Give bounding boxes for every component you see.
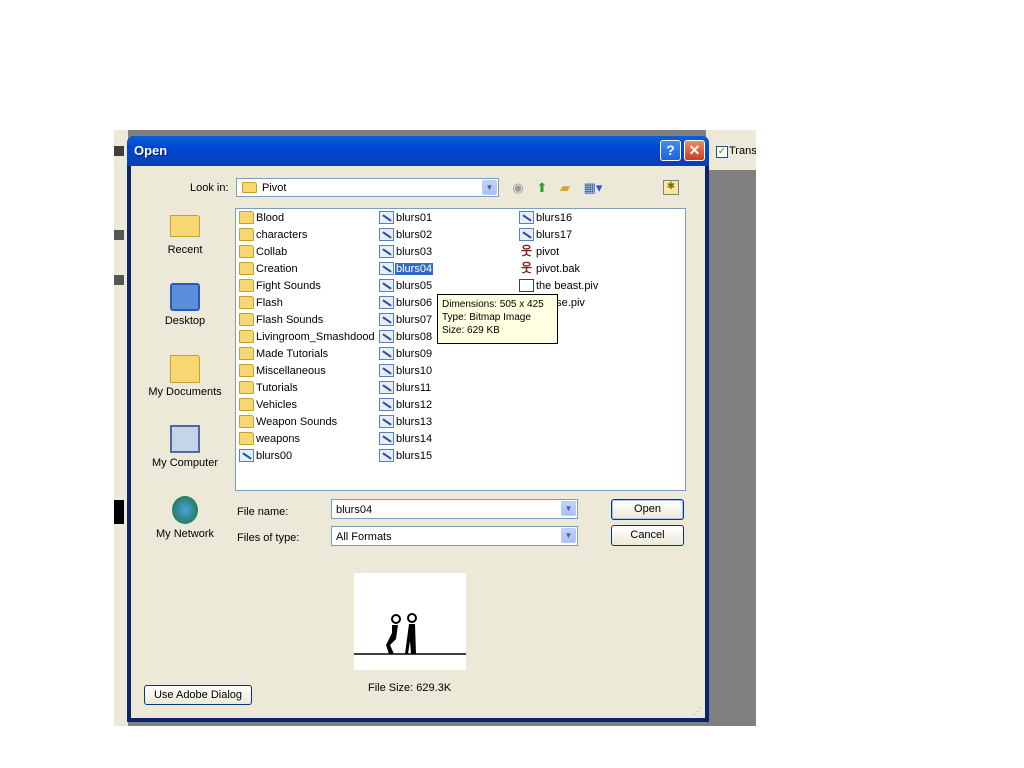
toolbar-icon [114, 500, 124, 524]
folder-icon [239, 296, 254, 309]
lookin-label: Look in: [190, 182, 229, 194]
my-network-icon [172, 496, 198, 524]
file-name-label: File name: [237, 506, 289, 518]
my-computer-icon [170, 425, 200, 453]
folder-icon [239, 398, 254, 411]
bitmap-file-icon [379, 330, 394, 343]
tooltip-type: Type: Bitmap Image [442, 312, 531, 323]
lookin-value: Pivot [262, 182, 287, 194]
place-my-documents[interactable]: My Documents [142, 349, 228, 413]
stick-figure-preview [354, 613, 466, 655]
recent-folder-icon [170, 215, 200, 237]
bitmap-file-icon [379, 279, 394, 292]
file-info-tooltip: Dimensions: 505 x 425 Type: Bitmap Image… [437, 294, 558, 344]
folder-icon [239, 415, 254, 428]
bitmap-file-icon [379, 296, 394, 309]
open-button[interactable]: Open [611, 499, 684, 520]
folder-icon [239, 279, 254, 292]
place-label: My Computer [151, 457, 219, 469]
desktop-icon [170, 283, 200, 311]
bitmap-file-icon [379, 228, 394, 241]
bitmap-file-icon [379, 245, 394, 258]
my-documents-icon [170, 355, 200, 383]
bitmap-file-icon [239, 449, 254, 462]
dialog-titlebar[interactable]: Open ? ✕ [127, 136, 709, 166]
dialog-client: Look in: Pivot ▼ ◉ ⬆ ▰ ▦▾ ✱ Recent Deskt… [131, 166, 705, 718]
toolbar-icon [114, 230, 124, 240]
favorites-icon[interactable]: ✱ [663, 180, 679, 195]
bitmap-file-icon [519, 228, 534, 241]
folder-icon [239, 347, 254, 360]
place-label: My Network [155, 528, 215, 540]
bitmap-file-icon [379, 211, 394, 224]
folder-icon [239, 313, 254, 326]
transparent-checkbox-label: Transp [729, 145, 756, 157]
file-name-field[interactable]: blurs04 ▼ [331, 499, 578, 519]
folder-icon [239, 381, 254, 394]
bitmap-file-icon [379, 262, 394, 275]
back-icon[interactable]: ◉ [509, 180, 527, 196]
chevron-down-icon[interactable]: ▼ [561, 501, 576, 516]
pivot-app-icon: 웃 [520, 244, 533, 258]
close-button[interactable]: ✕ [684, 140, 705, 161]
resize-grip-icon[interactable]: ⋰ [693, 706, 703, 716]
open-dialog: Open ? ✕ Look in: Pivot ▼ ◉ ⬆ ▰ ▦▾ ✱ Rec… [127, 136, 709, 722]
bitmap-file-icon [519, 211, 534, 224]
place-my-network[interactable]: My Network [142, 491, 228, 555]
file-list[interactable]: Blood characters Collab Creation Fight S… [235, 208, 686, 491]
file-type-value: All Formats [336, 531, 392, 543]
bitmap-file-icon [379, 449, 394, 462]
bitmap-file-icon [379, 432, 394, 445]
place-label: Recent [167, 244, 203, 256]
toolbar-icon [114, 146, 124, 156]
views-menu-icon[interactable]: ▦▾ [581, 180, 605, 196]
file-type-select[interactable]: All Formats ▼ [331, 526, 578, 546]
pivot-app-icon: 웃 [520, 261, 533, 275]
folder-icon [242, 182, 257, 193]
lookin-dropdown[interactable]: Pivot ▼ [236, 178, 499, 197]
chevron-down-icon[interactable]: ▼ [482, 180, 497, 195]
bitmap-file-icon [379, 313, 394, 326]
place-my-computer[interactable]: My Computer [142, 420, 228, 484]
place-desktop[interactable]: Desktop [142, 278, 228, 342]
bitmap-file-icon [379, 415, 394, 428]
transparent-checkbox[interactable]: ✓ [716, 146, 728, 158]
preview-file-size: File Size: 629.3K [368, 682, 452, 694]
background-app-toolbar [114, 130, 128, 726]
folder-icon [239, 211, 254, 224]
bitmap-file-icon [379, 398, 394, 411]
image-preview [354, 573, 466, 670]
help-button[interactable]: ? [660, 140, 681, 161]
folder-icon [239, 245, 254, 258]
folder-icon [239, 364, 254, 377]
places-bar: Recent Desktop My Documents My Computer … [142, 207, 228, 548]
folder-icon [239, 432, 254, 445]
folder-icon [239, 330, 254, 343]
place-label: My Documents [148, 386, 222, 398]
folder-icon [239, 262, 254, 275]
cancel-button[interactable]: Cancel [611, 525, 684, 546]
bitmap-file-icon [379, 381, 394, 394]
toolbar-icon [114, 275, 124, 285]
tooltip-size: Size: 629 KB [442, 325, 500, 336]
tooltip-dimensions: Dimensions: 505 x 425 [442, 299, 544, 310]
file-type-label: Files of type: [237, 532, 300, 544]
place-recent[interactable]: Recent [142, 207, 228, 271]
use-adobe-dialog-button[interactable]: Use Adobe Dialog [144, 685, 252, 705]
file-name-value: blurs04 [336, 504, 373, 516]
up-folder-icon[interactable]: ⬆ [533, 180, 551, 196]
folder-icon [239, 228, 254, 241]
bitmap-file-icon [379, 347, 394, 360]
chevron-down-icon[interactable]: ▼ [561, 528, 576, 543]
new-folder-icon[interactable]: ▰ [556, 180, 574, 196]
piv-file-icon [519, 279, 534, 292]
dialog-title: Open [134, 143, 168, 158]
bitmap-file-icon [379, 364, 394, 377]
place-label: Desktop [164, 315, 206, 327]
